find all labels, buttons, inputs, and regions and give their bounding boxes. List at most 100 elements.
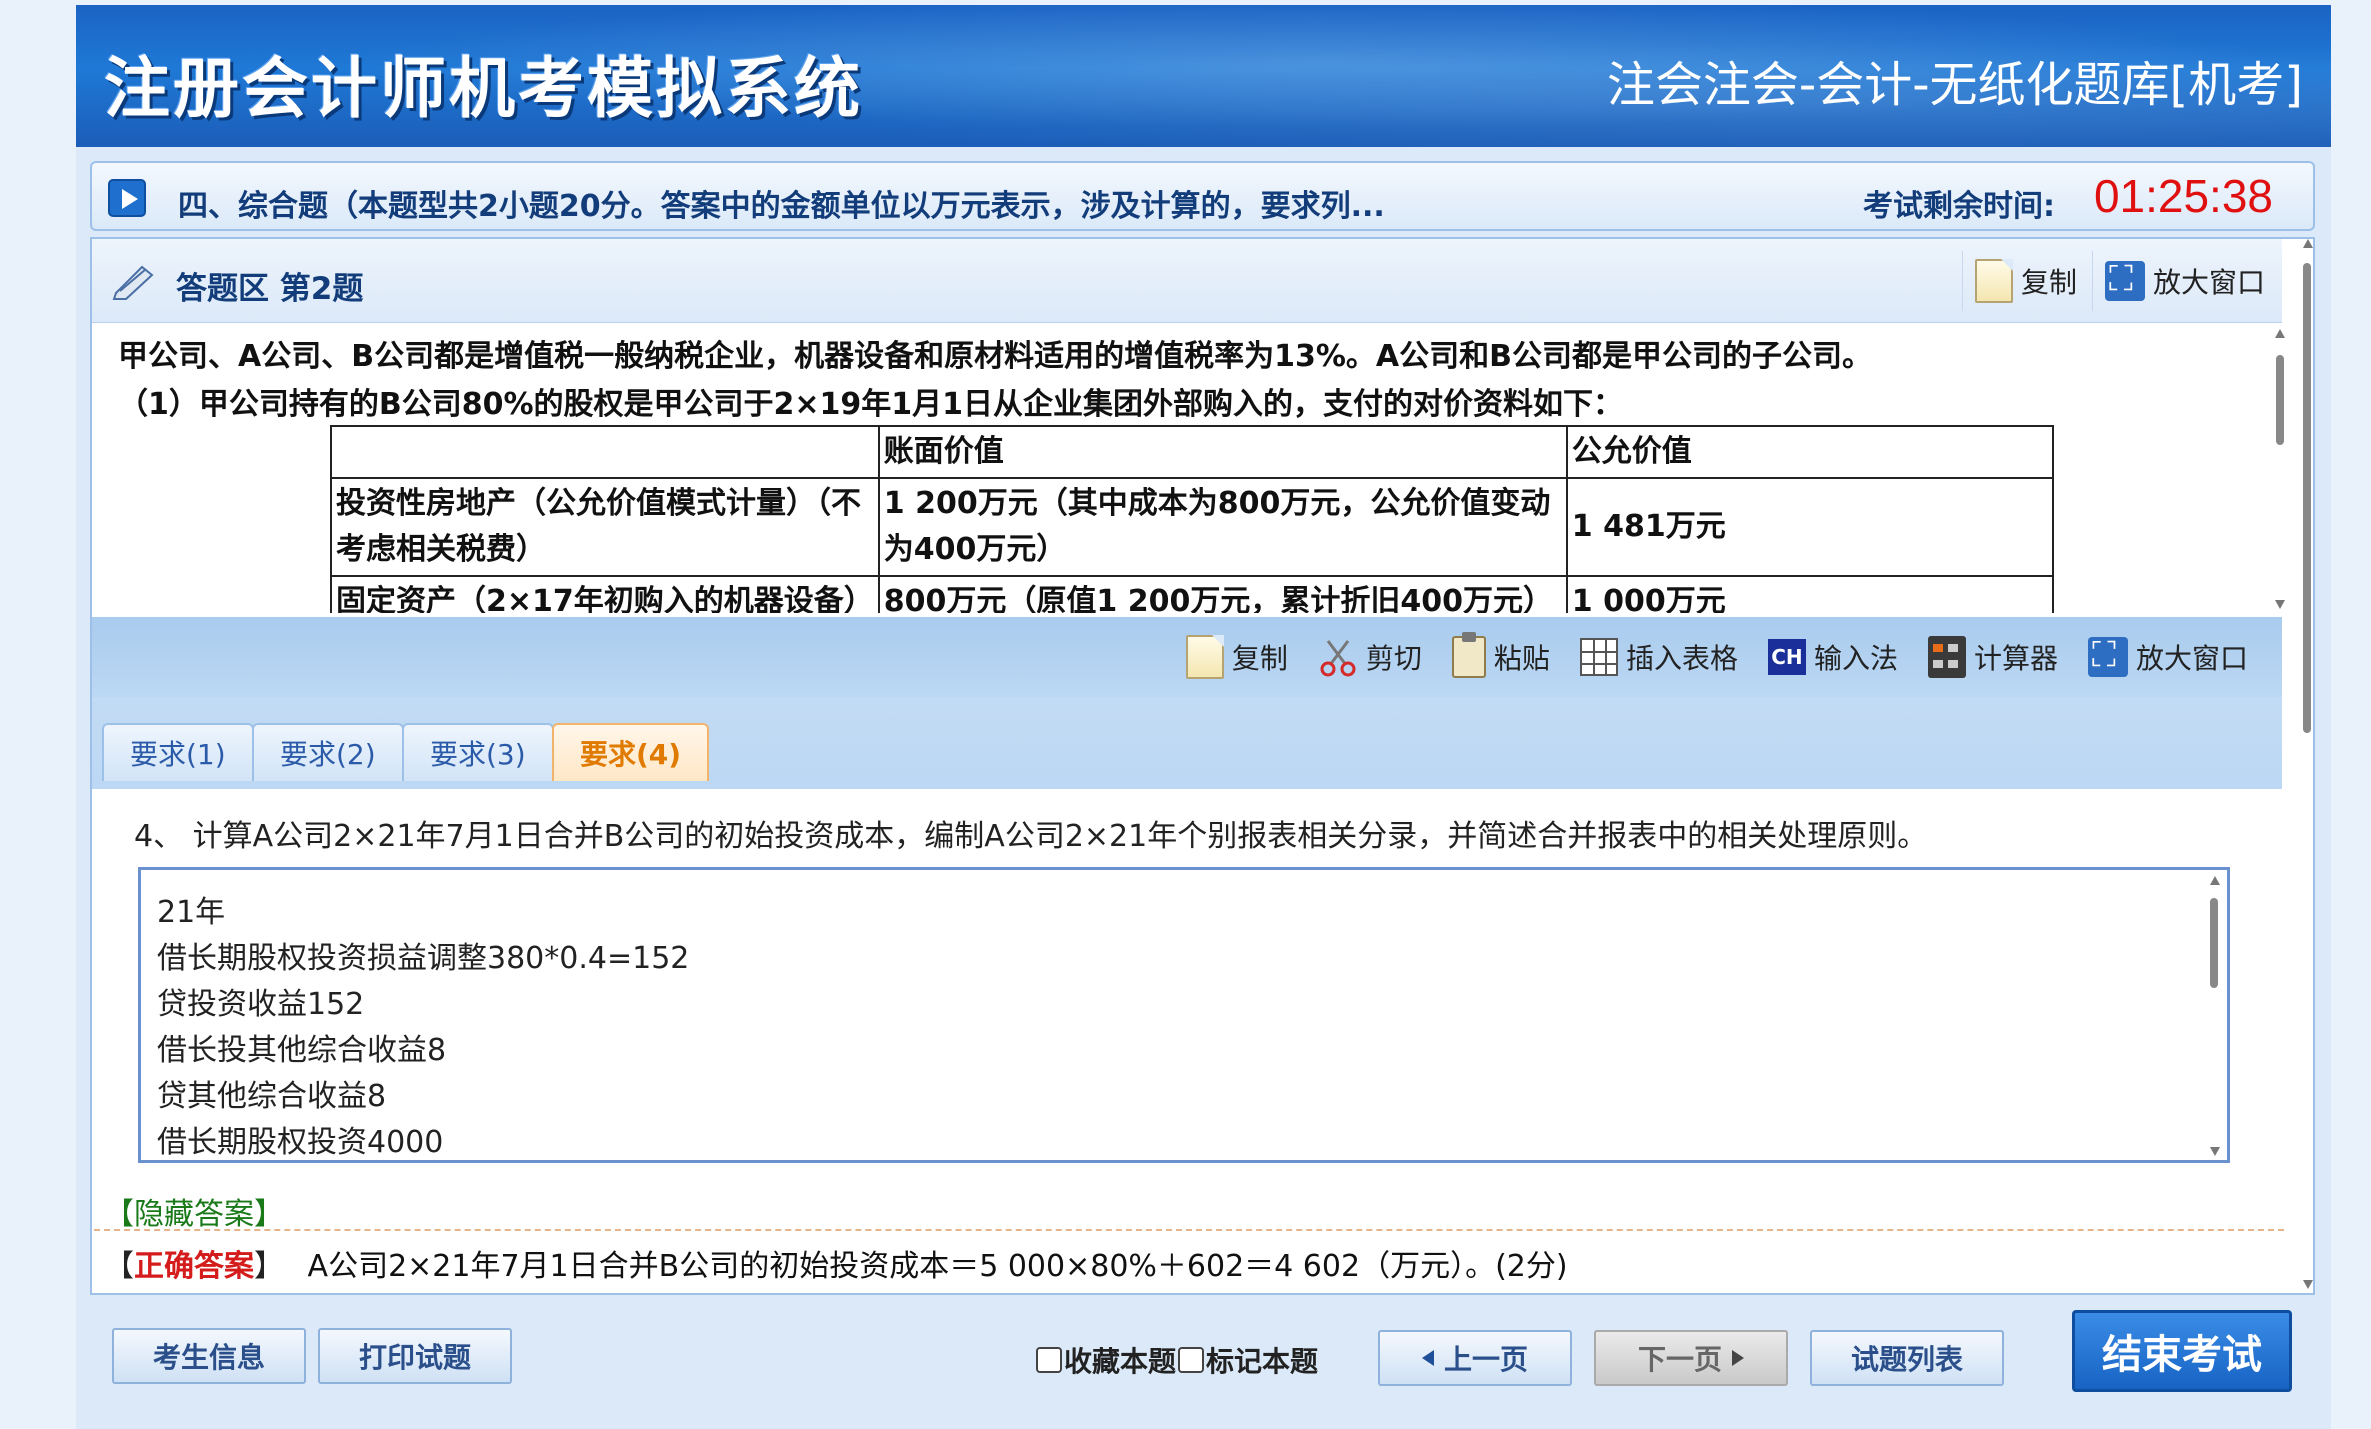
scrollbar-thumb[interactable]	[2276, 355, 2284, 445]
table-cell: 1 200万元（其中成本为800万元，公允价值变动为400万元）	[877, 477, 1568, 577]
answer-line: 借长投其他综合收益8	[157, 1033, 447, 1068]
pencil-icon	[112, 265, 154, 300]
correct-answer-row: 【正确答案】 A公司2×21年7月1日合并B公司的初始投资成本＝5 000×80…	[94, 1229, 2284, 1293]
answer-line: 借长期股权投资损益调整380*0.4=152	[157, 941, 690, 976]
triangle-left-icon	[1421, 1350, 1434, 1366]
table-header-row: 账面价值 公允价值	[330, 425, 2054, 479]
toolbar-calculator-button[interactable]: 计算器	[1927, 636, 2058, 678]
answer-scrollbar[interactable]	[2207, 876, 2221, 1156]
scroll-up-arrow-icon[interactable]	[2275, 329, 2285, 338]
expand-icon	[2105, 259, 2145, 301]
answer-area-header: 答题区 第2题 复制 放大窗口	[92, 239, 2282, 323]
toolbar-input-method-label: 输入法	[1813, 642, 1898, 675]
scroll-down-arrow-icon[interactable]	[2210, 1147, 2220, 1156]
material-line-2: （1）甲公司持有的B公司80%的股权是甲公司于2×19年1月1日从企业集团外部购…	[118, 387, 1624, 422]
requirement-text: 4、 计算A公司2×21年7月1日合并B公司的初始投资成本，编制A公司2×21年…	[134, 819, 1928, 854]
question-checkboxes: 收藏本题 标记本题	[1036, 1340, 1318, 1380]
scroll-down-arrow-icon[interactable]	[2275, 600, 2285, 609]
question-bank-title: 注会注会-会计-无纸化题库[机考]	[1606, 57, 2303, 113]
student-info-button[interactable]: 考生信息	[112, 1328, 306, 1384]
correct-answer-text: A公司2×21年7月1日合并B公司的初始投资成本＝5 000×80%＋602＝4…	[307, 1249, 1568, 1284]
table-grid-icon	[1579, 638, 1618, 676]
table-cell: 1 481万元	[1565, 477, 2054, 577]
table-row: 投资性房地产（公允价值模式计量）（不考虑相关税费） 1 200万元（其中成本为8…	[330, 477, 2054, 577]
scrollbar-thumb[interactable]	[2210, 898, 2218, 988]
play-icon	[108, 179, 146, 217]
table-row: 固定资产（2×17年初购入的机器设备） 800万元（原值1 200万元，累计折旧…	[330, 575, 2054, 613]
mark-label: 标记本题	[1206, 1345, 1319, 1378]
expand-window-button[interactable]: 放大窗口	[2092, 251, 2277, 311]
copy-label: 复制	[2021, 266, 2078, 299]
answer-line: 21年	[157, 895, 226, 930]
toolbar-calculator-label: 计算器	[1973, 642, 2058, 675]
table-header-cell: 账面价值	[877, 425, 1568, 479]
requirement-tabs: 要求(1) 要求(2) 要求(3) 要求(4)	[92, 697, 2282, 789]
toolbar-copy-button[interactable]: 复制	[1185, 635, 1288, 679]
toolbar-copy-label: 复制	[1231, 642, 1288, 675]
material-line-1: 甲公司、A公司、B公司都是增值税一般纳税企业，机器设备和原材料适用的增值税率为1…	[118, 339, 1872, 374]
mark-checkbox[interactable]	[1178, 1347, 1205, 1373]
answer-textarea[interactable]: 21年 借长期股权投资损益调整380*0.4=152 贷投资收益152 借长投其…	[138, 867, 2230, 1163]
ch-input-icon: CH	[1767, 639, 1806, 675]
system-logo: 注册会计师机考模拟系统	[104, 50, 863, 127]
correct-answer-tag: 【正确答案】	[104, 1249, 284, 1284]
tab-requirement-3[interactable]: 要求(3)	[402, 723, 554, 781]
tab-requirement-1[interactable]: 要求(1)	[102, 723, 254, 781]
section-bar: 四、综合题（本题型共2小题20分。答案中的金额单位以万元表示，涉及计算的，要求列…	[90, 161, 2315, 231]
toolbar-paste-button[interactable]: 粘贴	[1451, 632, 1550, 678]
app-window: 注册会计师机考模拟系统 注会注会-会计-无纸化题库[机考] 四、综合题（本题型共…	[76, 5, 2331, 1429]
expand-label: 放大窗口	[2153, 266, 2266, 299]
table-cell: 800万元（原值1 200万元，累计折旧400万元）	[877, 575, 1568, 613]
remaining-time-value: 01:25:38	[2093, 170, 2273, 222]
section-title: 四、综合题（本题型共2小题20分。答案中的金额单位以万元表示，涉及计算的，要求列…	[178, 189, 1385, 224]
table-cell: 1 000万元	[1565, 575, 2054, 613]
scroll-down-arrow-icon[interactable]	[2303, 1280, 2313, 1289]
toolbar-expand-label: 放大窗口	[2135, 642, 2248, 675]
material-scrollbar[interactable]	[2272, 329, 2288, 609]
header-banner: 注册会计师机考模拟系统 注会注会-会计-无纸化题库[机考]	[76, 5, 2331, 147]
scissors-icon	[1320, 640, 1356, 677]
copy-icon	[1185, 635, 1224, 679]
table-cell: 固定资产（2×17年初购入的机器设备）	[330, 575, 880, 613]
question-area-scrollbar[interactable]	[2300, 239, 2314, 1289]
copy-icon	[1975, 259, 2013, 303]
triangle-right-icon	[1732, 1350, 1744, 1366]
student-info-label: 考生信息	[152, 1341, 265, 1374]
print-label: 打印试题	[358, 1341, 471, 1374]
toolbar-insert-table-label: 插入表格	[1625, 642, 1738, 675]
table-header-cell: 公允价值	[1565, 425, 2054, 479]
hide-answer-link[interactable]: 【隐藏答案】	[104, 1189, 284, 1233]
question-material: 甲公司、A公司、B公司都是增值税一般纳税企业，机器设备和原材料适用的增值税率为1…	[92, 323, 2282, 613]
favorite-label: 收藏本题	[1064, 1345, 1177, 1378]
tab-requirement-4[interactable]: 要求(4)	[552, 723, 710, 781]
editor-toolbar: 复制 剪切 粘贴 插入表格 CH 输入法 计算器 ⛶ 放大窗口	[92, 617, 2282, 697]
table-cell: 投资性房地产（公允价值模式计量）（不考虑相关税费）	[330, 477, 880, 577]
question-list-button[interactable]: 试题列表	[1810, 1330, 2004, 1386]
clipboard-icon	[1451, 632, 1486, 678]
toolbar-cut-button[interactable]: 剪切	[1318, 637, 1422, 677]
print-button[interactable]: 打印试题	[318, 1328, 512, 1384]
scroll-up-arrow-icon[interactable]	[2303, 239, 2313, 248]
prev-page-button[interactable]: 上一页	[1378, 1330, 1572, 1386]
question-list-label: 试题列表	[1850, 1343, 1963, 1376]
tab-requirement-2[interactable]: 要求(2)	[252, 723, 404, 781]
answer-line: 借长期股权投资4000	[157, 1125, 444, 1160]
toolbar-paste-label: 粘贴	[1493, 642, 1550, 675]
answer-line: 贷投资收益152	[157, 987, 365, 1022]
favorite-checkbox[interactable]	[1036, 1347, 1062, 1373]
copy-button[interactable]: 复制	[1962, 251, 2089, 311]
next-page-button[interactable]: 下一页	[1594, 1330, 1788, 1386]
calculator-icon	[1927, 636, 1966, 678]
end-exam-button[interactable]: 结束考试	[2072, 1310, 2292, 1392]
scroll-up-arrow-icon[interactable]	[2210, 876, 2220, 885]
toolbar-insert-table-button[interactable]: 插入表格	[1579, 637, 1738, 677]
question-area: 答题区 第2题 复制 放大窗口 甲公司、A公司、B公司都是增值税一般纳税企业，机…	[90, 237, 2315, 1295]
scrollbar-thumb[interactable]	[2303, 263, 2311, 733]
correct-answer-label: 正确答案	[134, 1249, 254, 1284]
next-page-label: 下一页	[1637, 1343, 1722, 1376]
toolbar-expand-button[interactable]: 放大窗口	[2087, 635, 2248, 677]
toolbar-input-method-button[interactable]: CH 输入法	[1767, 637, 1898, 677]
prev-page-label: 上一页	[1443, 1343, 1528, 1376]
expand-icon	[2087, 635, 2128, 677]
answer-area-title: 答题区 第2题	[176, 271, 364, 307]
